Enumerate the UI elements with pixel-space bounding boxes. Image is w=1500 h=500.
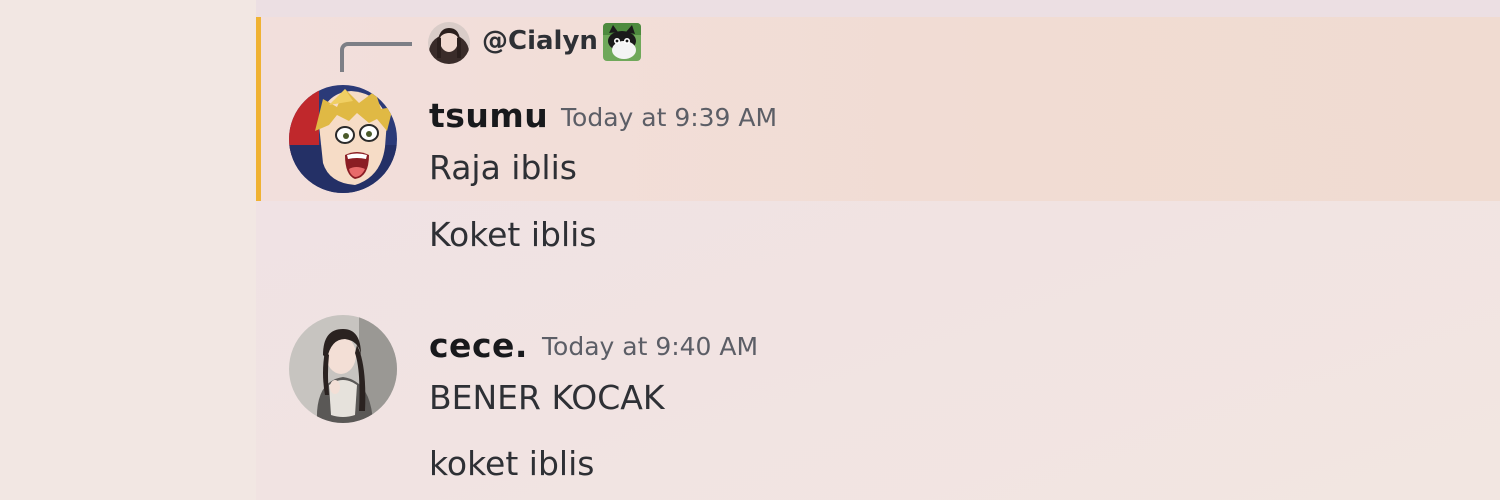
- reply-author-avatar[interactable]: [428, 22, 470, 64]
- message-username[interactable]: tsumu: [429, 96, 548, 135]
- sidebar-background: [0, 0, 256, 500]
- message-timestamp: Today at 9:39 AM: [561, 103, 778, 132]
- reply-mention-name[interactable]: @Cialyn: [482, 26, 598, 56]
- tsumu-avatar[interactable]: [289, 85, 397, 193]
- mention-indicator-bar: [256, 17, 261, 201]
- chat-message-list[interactable]: @Cialyn tsumu Today at 9:39 AM Raja ibli…: [256, 0, 1500, 500]
- reply-connector-line: [340, 42, 412, 72]
- cece-avatar[interactable]: [289, 315, 397, 423]
- message-text: BENER KOCAK: [429, 378, 665, 417]
- message-text: Raja iblis: [429, 148, 577, 187]
- message-text: Koket iblis: [429, 215, 597, 254]
- message-timestamp: Today at 9:40 AM: [542, 332, 759, 361]
- cat-emoji-icon: [603, 23, 641, 61]
- message-text: koket iblis: [429, 444, 595, 483]
- previous-message-edge: [256, 0, 1500, 17]
- message-username[interactable]: cece.: [429, 326, 528, 365]
